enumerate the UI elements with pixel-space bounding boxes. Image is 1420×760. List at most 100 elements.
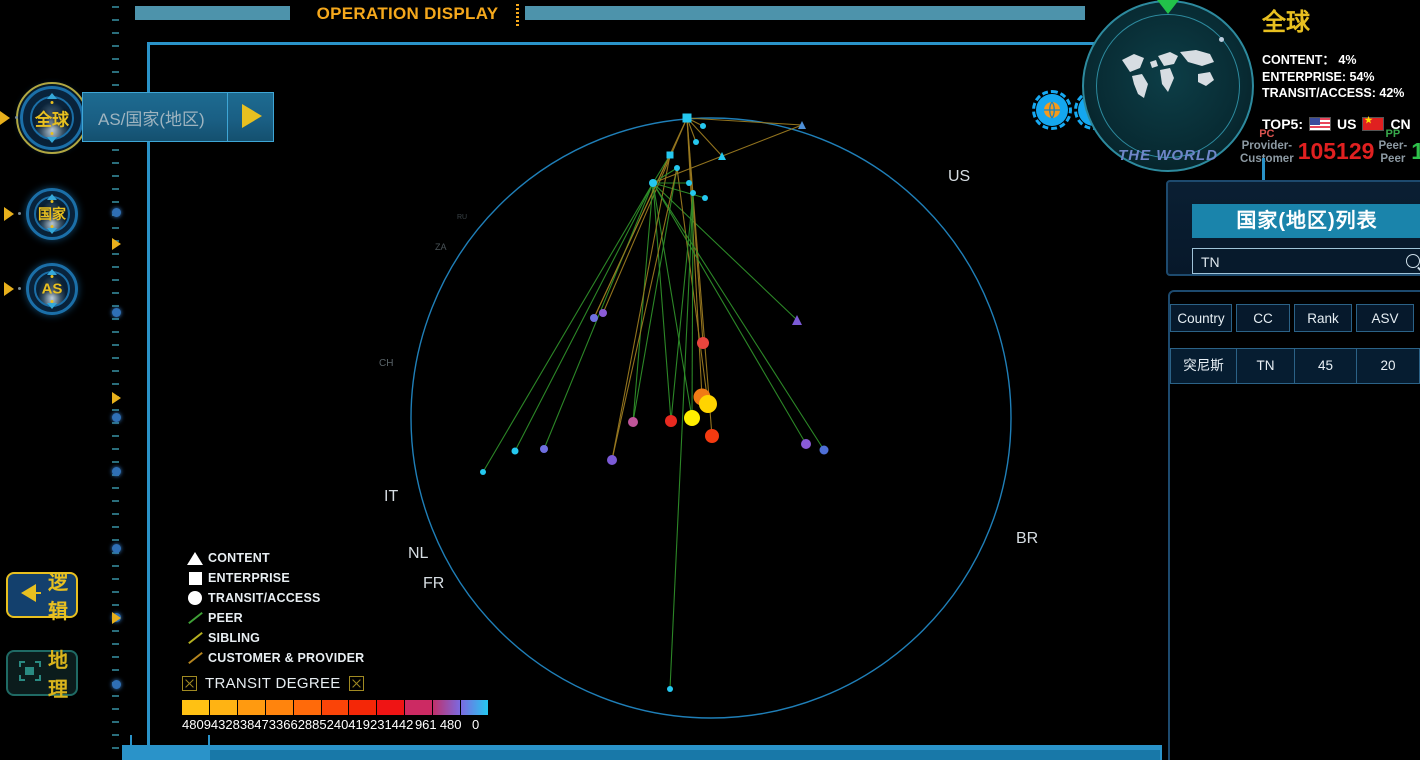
color-scale-tick: 480 — [439, 717, 462, 732]
color-scale-tick: 1442 — [384, 717, 414, 732]
sidebar-item-country[interactable]: 国家 — [26, 188, 78, 240]
rail-arrow[interactable] — [112, 612, 121, 624]
rail-tick — [112, 526, 119, 528]
rail-tick — [112, 591, 119, 593]
rail-dot — [112, 467, 121, 476]
rail-tick — [112, 266, 119, 268]
rail-arrow[interactable] — [112, 238, 121, 250]
rail-tick — [112, 6, 119, 8]
customer-provider-line-icon — [182, 651, 208, 665]
country-orb-arrow-dot — [18, 212, 21, 215]
transit-degree-right-box-icon[interactable] — [348, 676, 364, 691]
country-orb-caret-down — [47, 228, 57, 234]
as-country-tab[interactable]: AS/国家(地区) — [82, 88, 274, 146]
pc-value: 105129 — [1297, 138, 1375, 164]
search-input[interactable]: TN — [1192, 248, 1420, 274]
page-title: OPERATION DISPLAY — [316, 4, 499, 23]
stat-content: CONTENT： 4% — [1262, 49, 1420, 68]
graph-node — [697, 337, 709, 349]
rail-tick — [112, 747, 119, 749]
country-code-label: RU — [457, 214, 468, 221]
rail-tick — [112, 279, 119, 281]
as-orb-dot-bottom — [50, 300, 54, 303]
color-scale-segment — [293, 700, 322, 715]
country-code-label: US — [948, 168, 971, 185]
rail-tick — [112, 292, 119, 294]
color-scale-tick: 3366 — [268, 717, 298, 732]
color-scale-segment — [237, 700, 266, 715]
table-row[interactable]: 突尼斯 TN 45 20 — [1170, 348, 1420, 384]
bottom-accent-bar-secondary — [210, 750, 1160, 760]
globe-marker-dot — [1219, 37, 1224, 42]
table-column-header[interactable]: ASV — [1356, 304, 1414, 332]
rail-tick — [112, 695, 119, 697]
graph-edge — [611, 167, 678, 461]
header-bar-left-segment — [135, 6, 290, 20]
graph-edge — [670, 192, 694, 422]
country-list-panel: 国家(地区)列表 TN CountryCCRankASV 突尼斯TN4520 上… — [1160, 180, 1420, 760]
sidebar-item-as-label: AS — [41, 280, 63, 298]
rail-arrow[interactable] — [112, 392, 121, 404]
global-orb-arrow[interactable] — [0, 111, 10, 125]
sidebar-item-global[interactable]: 全球 — [16, 82, 88, 154]
rail-dot — [112, 208, 121, 217]
legend-item-customer-provider: CUSTOMER & PROVIDER — [182, 648, 502, 668]
legend-label-peer: PEER — [208, 611, 243, 625]
graph-node — [693, 139, 699, 145]
triangle-icon — [182, 551, 208, 565]
mode-button-geo[interactable]: 地理 — [6, 650, 78, 701]
header-bar-right-segment — [525, 6, 1085, 20]
as-orb-arrow[interactable] — [4, 282, 14, 296]
geo-icon — [18, 660, 42, 687]
play-arrow-icon[interactable] — [242, 104, 262, 128]
graph-node — [690, 190, 696, 196]
rail-tick — [112, 253, 119, 255]
sidebar-item-country-label: 国家 — [38, 206, 66, 222]
graph-edge — [691, 192, 694, 419]
rail-tick — [112, 565, 119, 567]
graph-node — [666, 151, 674, 159]
table-column-header[interactable]: CC — [1236, 304, 1290, 332]
mode-button-logic[interactable]: 逻辑 — [6, 572, 78, 623]
rail-tick — [112, 305, 119, 307]
sidebar-item-as[interactable]: AS — [26, 263, 78, 315]
transit-degree-left-box-icon[interactable] — [182, 676, 197, 691]
stat-transit: TRANSIT/ACCESS: 42% — [1262, 86, 1420, 100]
search-icon[interactable] — [1406, 254, 1420, 268]
color-scale-segment — [405, 700, 434, 715]
country-orb-arrow[interactable] — [4, 207, 14, 221]
stat-enterprise-value: 54% — [1349, 70, 1375, 84]
logic-icon — [18, 582, 42, 609]
rail-tick — [112, 669, 119, 671]
graph-edge — [593, 154, 671, 319]
rail-tick — [112, 149, 119, 151]
rail-dot — [112, 308, 121, 317]
rail-tick — [112, 708, 119, 710]
world-globe-widget[interactable]: THE WORLD — [1082, 0, 1254, 172]
rail-tick — [112, 19, 119, 21]
color-scale-tick: 3847 — [239, 717, 269, 732]
transit-degree-header: TRANSIT DEGREE — [182, 675, 502, 692]
mode-button-logic-label: 逻辑 — [48, 572, 68, 623]
table-column-header[interactable]: Country — [1170, 304, 1232, 332]
globe-icon[interactable] — [1032, 90, 1072, 130]
color-scale-segment — [461, 700, 488, 715]
graph-edge — [652, 182, 807, 445]
table-column-header[interactable]: Rank — [1294, 304, 1352, 332]
transit-degree-tick-labels: 4809 4328 3847 3366 2885 2404 1923 1442 961 480 0 — [182, 717, 488, 732]
pp-name: Peer- Peer — [1378, 140, 1408, 165]
graph-node — [819, 445, 829, 455]
graph-node — [699, 395, 717, 413]
rail-tick — [112, 331, 119, 333]
stat-transit-label: TRANSIT/ACCESS: — [1262, 86, 1376, 100]
graph-edge — [652, 182, 825, 451]
graph-node — [665, 415, 677, 427]
graph-node — [682, 113, 692, 123]
rail-tick — [112, 58, 119, 60]
color-scale-tick: 0 — [471, 717, 480, 732]
graph-node — [511, 447, 519, 455]
country-code-label: IT — [384, 488, 399, 505]
as-orb-dot-top — [50, 275, 54, 278]
rail-tick — [112, 71, 119, 73]
graph-edge — [652, 182, 693, 419]
